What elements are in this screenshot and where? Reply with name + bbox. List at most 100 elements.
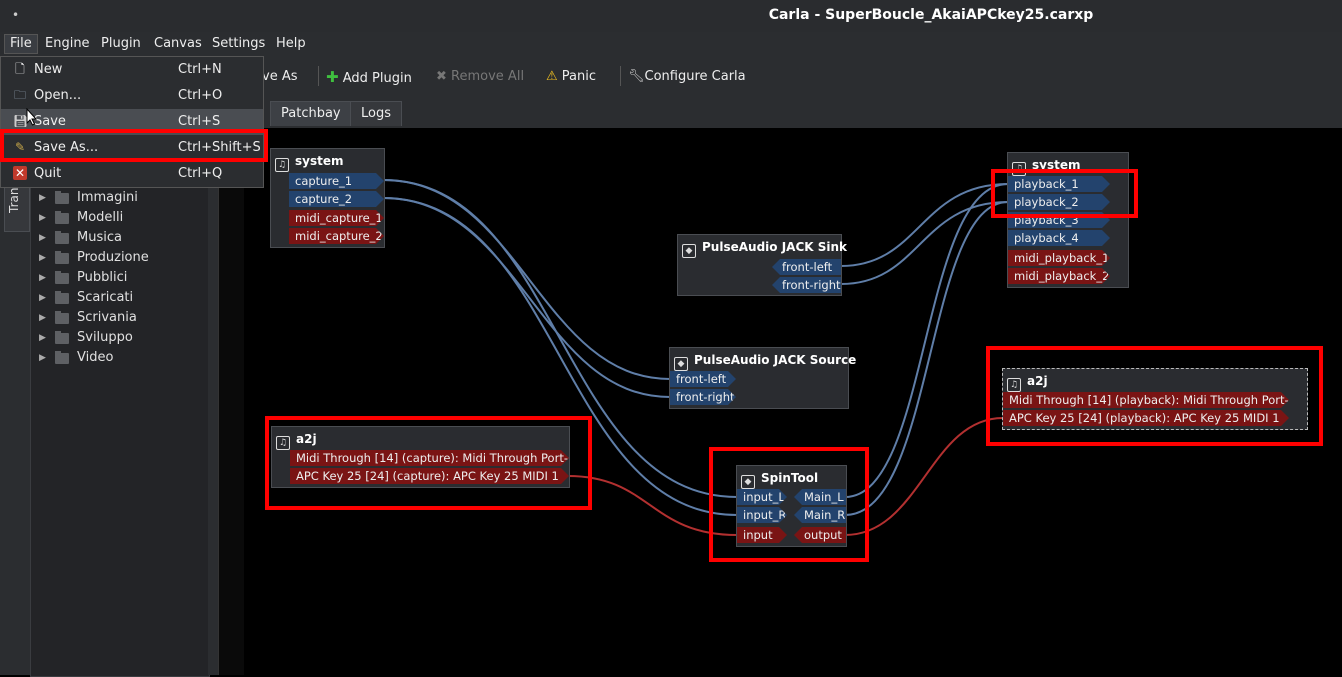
port-input-r[interactable]: input_R <box>737 507 787 523</box>
file-tree: ▶ Immagini ▶ Modelli ▶ Musica ▶ Produzione ▶… <box>30 186 210 677</box>
expand-arrow-icon[interactable]: ▶ <box>39 348 46 368</box>
rack-strip <box>218 128 245 675</box>
menu-item-label: Save <box>34 114 66 129</box>
port-playback-4[interactable]: playback_4 <box>1008 230 1110 246</box>
port-capture-1[interactable]: capture_1 <box>289 173 384 189</box>
tree-item-label: Immagini <box>77 190 138 205</box>
port-apc-key25-playback[interactable]: APC Key 25 [24] (playback): APC Key 25 M… <box>1003 410 1289 426</box>
plus-icon: ✚ <box>326 68 339 86</box>
menu-bar: File Engine Plugin Canvas Settings Help <box>0 32 1342 56</box>
remove-icon: ✖ <box>436 69 447 84</box>
expand-arrow-icon[interactable]: ▶ <box>39 308 46 328</box>
port-playback-1[interactable]: playback_1 <box>1008 176 1110 192</box>
port-front-left[interactable]: front-left <box>670 371 736 387</box>
port-playback-2[interactable]: playback_2 <box>1008 194 1110 210</box>
menu-engine[interactable]: Engine <box>40 35 95 53</box>
tree-item-scaricati[interactable]: ▶ Scaricati <box>31 288 209 308</box>
port-front-left[interactable]: front-left <box>772 259 841 275</box>
menu-item-shortcut: Ctrl+Q <box>178 166 223 181</box>
open-folder-icon: 🗀 <box>13 88 26 102</box>
file-menu-dropdown: 🗋 New Ctrl+N 🗀 Open... Ctrl+O 💾︎ Save Ct… <box>0 56 264 188</box>
port-midi-through-capture[interactable]: Midi Through [14] (capture): Midi Throug… <box>290 450 569 466</box>
tree-item-video[interactable]: ▶ Video <box>31 348 209 368</box>
folder-icon <box>55 291 69 304</box>
tree-item-modelli[interactable]: ▶ Modelli <box>31 208 209 228</box>
menu-item-quit[interactable]: ✕ Quit Ctrl+Q <box>1 161 263 187</box>
save-as-icon: ✎ <box>14 140 26 154</box>
panic-label: Panic <box>561 69 597 84</box>
port-midi-playback-1[interactable]: midi_playback_1 <box>1008 250 1110 266</box>
port-playback-3[interactable]: playback_3 <box>1008 212 1110 228</box>
port-front-right[interactable]: front-right <box>772 277 841 293</box>
hardware-icon: ♫ <box>276 436 290 450</box>
menu-item-new[interactable]: 🗋 New Ctrl+N <box>1 57 263 83</box>
expand-arrow-icon[interactable]: ▶ <box>39 288 46 308</box>
expand-arrow-icon[interactable]: ▶ <box>39 228 46 248</box>
tab-patchbay[interactable]: Patchbay <box>270 101 352 126</box>
menu-item-shortcut: Ctrl+O <box>178 88 223 103</box>
save-as-toolbar-button[interactable]: ve As <box>262 68 298 86</box>
menu-item-save-as[interactable]: ✎ Save As... Ctrl+Shift+S <box>1 135 263 161</box>
node-a2j-playback[interactable]: ♫ a2j Midi Through [14] (playback): Midi … <box>1002 368 1308 430</box>
node-title: a2j <box>296 432 317 446</box>
port-midi-playback-2[interactable]: midi_playback_2 <box>1008 268 1110 284</box>
menu-help[interactable]: Help <box>271 35 311 53</box>
node-pulseaudio-sink[interactable]: ◆ PulseAudio JACK Sink front-left front-r… <box>677 234 847 296</box>
menu-item-label: Open... <box>34 88 82 103</box>
save-icon: 💾︎ <box>13 114 29 128</box>
warning-icon: ⚠ <box>546 69 558 84</box>
remove-all-label: Remove All <box>451 69 525 84</box>
port-capture-2[interactable]: capture_2 <box>289 191 384 207</box>
tree-item-immagini[interactable]: ▶ Immagini <box>31 188 209 208</box>
node-title: system <box>1032 158 1081 172</box>
tree-item-label: Produzione <box>77 250 149 265</box>
menu-settings[interactable]: Settings <box>207 35 270 53</box>
menu-plugin[interactable]: Plugin <box>96 35 146 53</box>
hardware-icon: ♫ <box>1012 162 1026 176</box>
menu-item-open[interactable]: 🗀 Open... Ctrl+O <box>1 83 263 109</box>
app-icon: ◆ <box>682 244 696 258</box>
node-system-playback[interactable]: ♫ system playback_1 playback_2 playback_3… <box>1007 152 1129 288</box>
menu-item-save[interactable]: 💾︎ Save Ctrl+S <box>1 109 263 135</box>
port-main-l[interactable]: Main_L <box>794 489 846 505</box>
tab-logs[interactable]: Logs <box>350 101 402 126</box>
port-main-r[interactable]: Main_R <box>794 507 846 523</box>
expand-arrow-icon[interactable]: ▶ <box>39 248 46 268</box>
node-title: PulseAudio JACK Sink <box>702 240 848 254</box>
node-spintool[interactable]: ◆ SpinTool input_L input_R input Main_L M… <box>736 465 847 547</box>
toolbar-separator <box>620 66 621 86</box>
port-midi-capture-2[interactable]: midi_capture_2 <box>289 228 384 244</box>
tree-item-musica[interactable]: ▶ Musica <box>31 228 209 248</box>
port-front-right[interactable]: front-right <box>670 389 736 405</box>
tree-item-scrivania[interactable]: ▶ Scrivania <box>31 308 209 328</box>
node-system-capture[interactable]: ♫ system capture_1 capture_2 midi_capture… <box>270 148 385 248</box>
port-midi-output[interactable]: output <box>794 527 846 543</box>
node-pulseaudio-source[interactable]: ◆ PulseAudio JACK Source front-left front… <box>669 347 856 409</box>
wrench-icon: 🔧︎ <box>628 69 645 84</box>
mouse-cursor-icon <box>26 108 38 126</box>
expand-arrow-icon[interactable]: ▶ <box>39 268 46 288</box>
tree-item-produzione[interactable]: ▶ Produzione <box>31 248 209 268</box>
tree-item-pubblici[interactable]: ▶ Pubblici <box>31 268 209 288</box>
port-midi-through-playback[interactable]: Midi Through [14] (playback): Midi Throu… <box>1003 392 1289 408</box>
node-a2j-capture[interactable]: ♫ a2j Midi Through [14] (capture): Midi T… <box>271 426 570 488</box>
panel-splitter[interactable] <box>208 186 218 675</box>
configure-button[interactable]: 🔧︎Configure Carla <box>628 68 746 86</box>
expand-arrow-icon[interactable]: ▶ <box>39 208 46 228</box>
remove-all-button[interactable]: ✖ Remove All <box>436 68 524 86</box>
menu-file[interactable]: File <box>4 34 38 54</box>
folder-icon <box>55 231 69 244</box>
tree-item-sviluppo[interactable]: ▶ Sviluppo <box>31 328 209 348</box>
port-midi-input[interactable]: input <box>737 527 787 543</box>
expand-arrow-icon[interactable]: ▶ <box>39 328 46 348</box>
panic-button[interactable]: ⚠ Panic <box>546 68 596 86</box>
menu-canvas[interactable]: Canvas <box>149 35 207 53</box>
port-midi-capture-1[interactable]: midi_capture_1 <box>289 210 384 226</box>
port-apc-key25-capture[interactable]: APC Key 25 [24] (capture): APC Key 25 MI… <box>290 468 569 484</box>
port-input-l[interactable]: input_L <box>737 489 787 505</box>
hardware-icon: ♫ <box>1007 378 1021 392</box>
expand-arrow-icon[interactable]: ▶ <box>39 188 46 208</box>
folder-icon <box>55 251 69 264</box>
node-header: ◆ PulseAudio JACK Sink <box>682 239 848 258</box>
add-plugin-button[interactable]: ✚ Add Plugin <box>326 68 412 86</box>
